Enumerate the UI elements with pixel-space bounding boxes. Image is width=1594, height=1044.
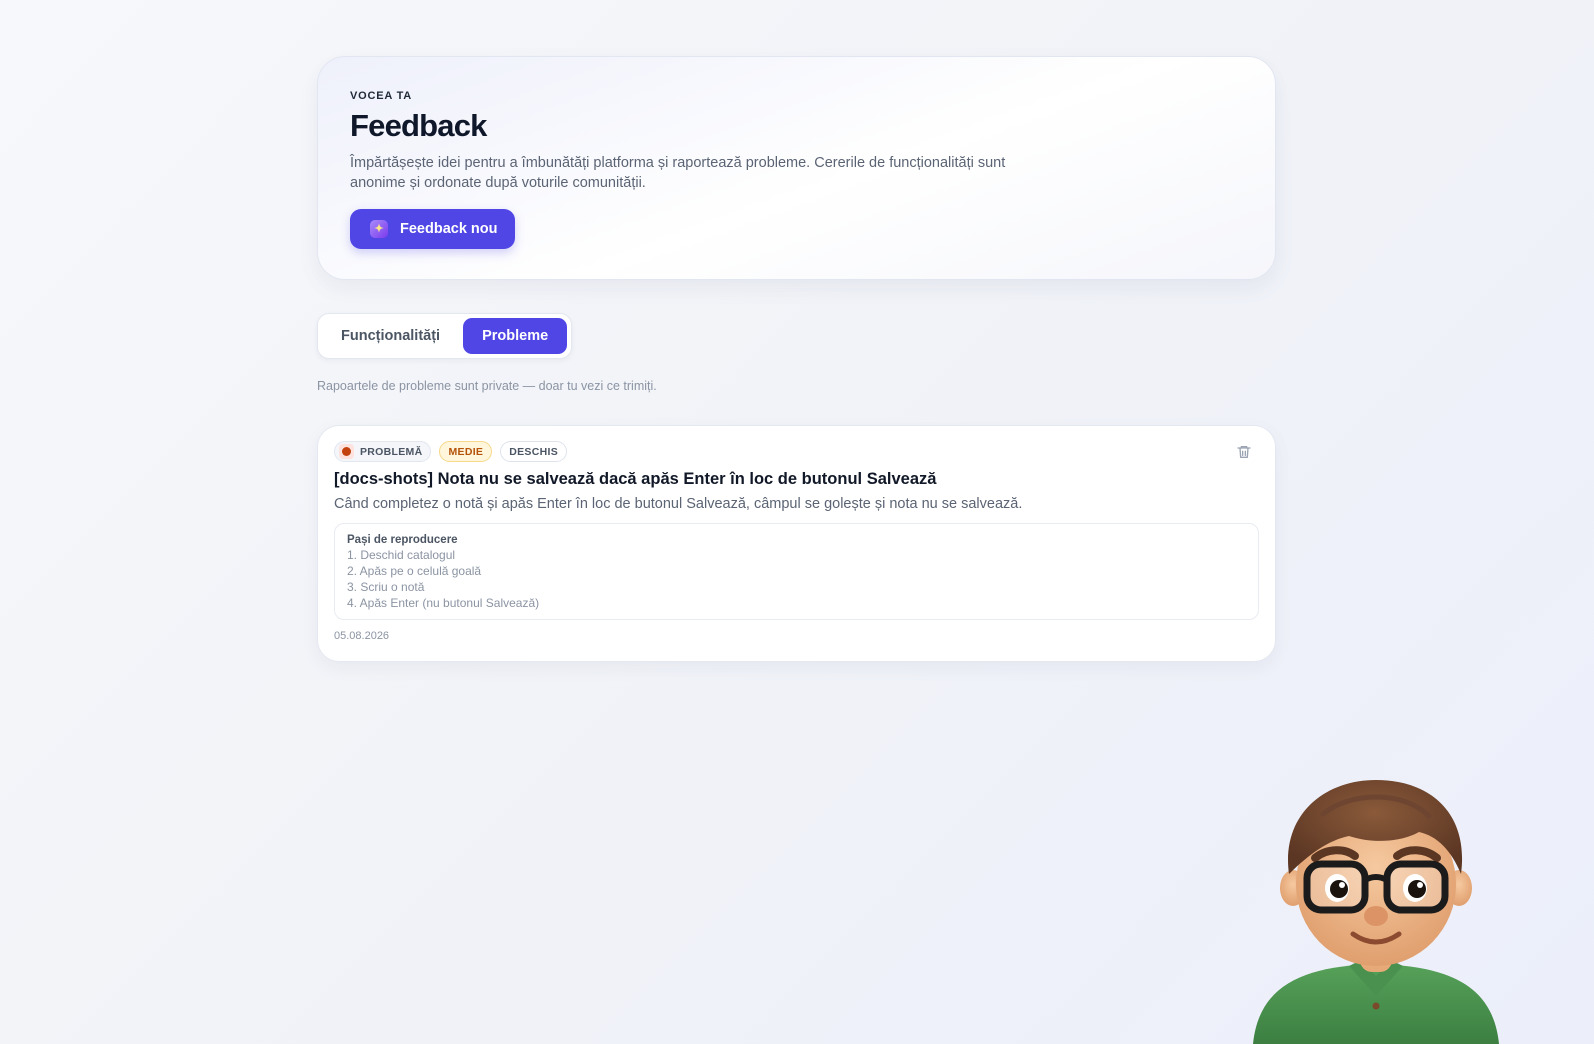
lightbulb-icon: ✦ [370,220,388,238]
privacy-note: Rapoartele de probleme sunt private — do… [317,379,657,393]
new-feedback-button[interactable]: ✦ Feedback nou [350,209,515,249]
page-subtitle: Împărtășește idei pentru a îmbunătăți pl… [350,155,1006,191]
tab-features[interactable]: Funcționalități [322,318,459,354]
steps-label: Pași de reproducere [347,534,458,546]
severity-badge: MEDIE [439,441,493,462]
new-feedback-button-label: Feedback nou [400,221,498,237]
step-item: 1. Deschid catalogul [347,548,456,562]
issue-description: Când completez o notă și apăs Enter în l… [334,496,1023,512]
bug-icon [339,444,354,459]
reproduction-steps: Pași de reproducere 1. Deschid catalogul… [334,523,1259,620]
feedback-tabs: Funcționalități Probleme [317,313,573,359]
issue-date: 05.08.2026 [334,630,390,642]
issue-card: PROBLEMĂ MEDIE DESCHIS [docs-shots] Nota… [317,425,1276,662]
issue-badges: PROBLEMĂ MEDIE DESCHIS [334,441,1259,462]
issue-title: [docs-shots] Nota nu se salvează dacă ap… [334,470,937,488]
trash-icon [1237,446,1251,458]
delete-issue-button[interactable] [1235,444,1253,462]
step-item: 4. Apăs Enter (nu butonul Salvează) [347,596,540,610]
tab-problems[interactable]: Probleme [463,318,568,354]
issue-type-label: PROBLEMĂ [360,445,423,458]
step-item: 3. Scriu o notă [347,580,425,594]
page-title: Feedback [350,108,487,143]
mascot-avatar [1253,780,1499,1044]
issue-type-badge: PROBLEMĂ [334,441,432,462]
feedback-hero-card: VOCEA TA Feedback Împărtășește idei pent… [317,56,1276,280]
step-item: 2. Apăs pe o celulă goală [347,564,482,578]
status-badge: DESCHIS [500,441,568,462]
eyebrow-label: VOCEA TA [350,90,413,102]
feedback-page: VOCEA TA Feedback Împărtășește idei pent… [317,56,1276,662]
